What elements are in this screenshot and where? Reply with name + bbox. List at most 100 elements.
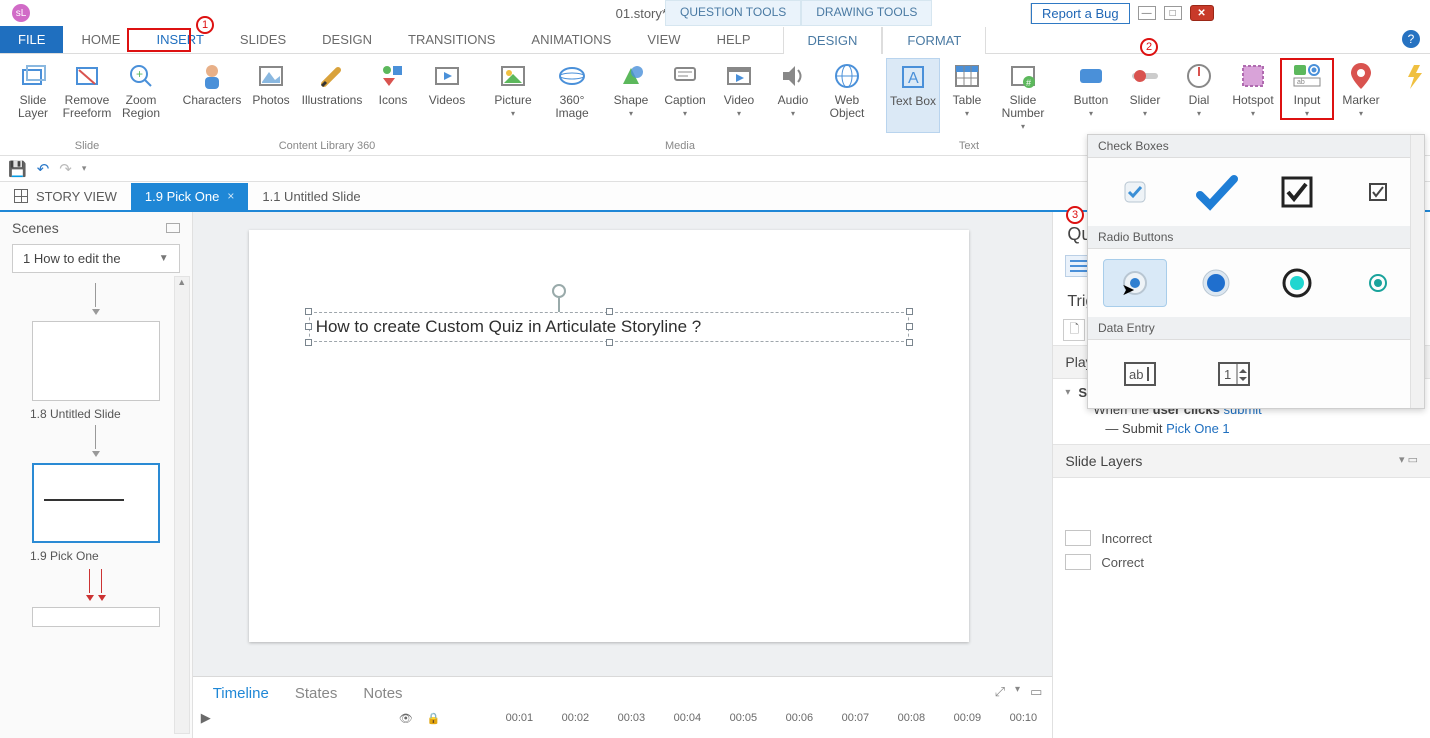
tick: 00:01 (498, 712, 540, 724)
resize-handle[interactable] (305, 339, 312, 346)
remove-freeform-button[interactable]: Remove Freeform (60, 58, 114, 122)
annotation-badge-2: 2 (1140, 38, 1158, 56)
timeline-tab[interactable]: Timeline (213, 685, 269, 702)
trigger-icon-button[interactable] (1400, 58, 1430, 105)
zoom-region-button[interactable]: +Zoom Region (114, 58, 168, 122)
qat-dropdown-icon[interactable]: ▾ (82, 163, 87, 174)
tab-transitions[interactable]: TRANSITIONS (390, 26, 513, 53)
resize-handle[interactable] (305, 323, 312, 330)
close-tab-icon[interactable]: × (227, 189, 234, 203)
scenes-scrollbar[interactable]: ▲ (174, 276, 190, 734)
layer-row-incorrect[interactable]: Incorrect (1053, 526, 1430, 550)
icons-button[interactable]: Icons (366, 58, 420, 109)
characters-button[interactable]: Characters (180, 58, 244, 109)
expand-icon[interactable]: ▾ (1065, 387, 1070, 398)
marker-button[interactable]: Marker▾ (1334, 58, 1388, 120)
shape-button[interactable]: Shape▾ (604, 58, 658, 122)
resize-handle[interactable] (606, 339, 613, 346)
resize-handle[interactable] (906, 339, 913, 346)
checkbox-style-1[interactable] (1103, 168, 1167, 216)
maximize-button[interactable]: □ (1164, 6, 1182, 20)
input-button[interactable]: abInput▾ (1280, 58, 1334, 120)
tab-design[interactable]: DESIGN (304, 26, 390, 53)
slide-number-button[interactable]: #Slide Number▾ (994, 58, 1052, 133)
notes-tab[interactable]: Notes (363, 685, 402, 702)
slide-tab-other[interactable]: 1.1 Untitled Slide (248, 183, 374, 210)
radio-style-3[interactable] (1265, 259, 1329, 307)
scene-selector[interactable]: 1 How to edit the▼ (12, 244, 180, 273)
close-window-button[interactable]: ✕ (1190, 5, 1214, 21)
photos-button[interactable]: Photos (244, 58, 298, 109)
slide-thumb[interactable] (32, 321, 160, 401)
slide-textbox[interactable]: How to create Custom Quiz in Articulate … (309, 312, 909, 342)
tab-slides[interactable]: SLIDES (222, 26, 304, 53)
audio-button[interactable]: Audio▾ (766, 58, 820, 122)
undo-icon[interactable]: ↶ (37, 160, 50, 178)
radio-style-1[interactable]: ➤ (1103, 259, 1167, 307)
web-object-button[interactable]: Web Object (820, 58, 874, 122)
dial-button[interactable]: Dial▾ (1172, 58, 1226, 120)
resize-handle[interactable] (906, 308, 913, 315)
tick: 00:08 (890, 712, 932, 724)
slide-canvas[interactable] (249, 230, 969, 642)
numeric-entry-button[interactable]: 1 (1202, 350, 1266, 398)
tab-drawing-format[interactable]: FORMAT (882, 27, 986, 54)
svg-text:+: + (136, 67, 143, 81)
eye-icon[interactable]: 👁 (399, 712, 413, 725)
save-icon[interactable]: 💾 (8, 160, 27, 178)
panel-layout-icon[interactable] (166, 223, 180, 233)
scenes-header: Scenes (12, 220, 59, 236)
data-entry-section: Data Entry (1088, 317, 1424, 340)
slide-layers-head[interactable]: Slide Layers▾ ▭ (1053, 444, 1430, 478)
radio-style-4[interactable] (1346, 259, 1410, 307)
minimize-button[interactable]: — (1138, 6, 1156, 20)
redo-icon[interactable]: ↷ (59, 160, 72, 178)
tick: 00:05 (722, 712, 764, 724)
text-box-button[interactable]: AText Box (886, 58, 940, 133)
tab-help[interactable]: HELP (699, 26, 769, 53)
picture-button[interactable]: Picture▾ (486, 58, 540, 122)
slide-thumb-selected[interactable] (32, 463, 160, 543)
resize-handle[interactable] (906, 323, 913, 330)
question-tools-tab[interactable]: QUESTION TOOLS (665, 0, 801, 26)
dropdown-scrollbar[interactable] (1410, 135, 1424, 408)
timeline-panel-icon[interactable]: ▭ (1030, 684, 1042, 700)
tab-animations[interactable]: ANIMATIONS (513, 26, 629, 53)
slide-thumb-partial[interactable] (32, 607, 160, 627)
table-button[interactable]: Table▾ (940, 58, 994, 133)
lock-icon[interactable]: 🔒 (427, 712, 441, 725)
radio-style-2[interactable] (1184, 259, 1248, 307)
resize-handle[interactable] (606, 308, 613, 315)
play-icon[interactable]: ▶ (201, 710, 211, 726)
slider-button[interactable]: Slider▾ (1118, 58, 1172, 120)
help-icon[interactable]: ? (1402, 30, 1420, 48)
trigger-action[interactable]: — Submit Pick One 1 (1065, 419, 1418, 438)
checkbox-style-3[interactable] (1265, 168, 1329, 216)
states-tab[interactable]: States (295, 685, 338, 702)
layer-row-correct[interactable]: Correct (1053, 550, 1430, 574)
tab-question-design[interactable]: DESIGN (783, 27, 883, 54)
timeline-panel: Timeline States Notes ⤢ ▾ ▭ ▶ 👁 🔒 00:01 … (193, 676, 1053, 738)
rotate-handle[interactable] (552, 284, 566, 298)
slide-layer-button[interactable]: Slide Layer (6, 58, 60, 122)
report-bug-button[interactable]: Report a Bug (1031, 3, 1130, 24)
checkbox-style-2[interactable] (1184, 168, 1248, 216)
story-view-tab[interactable]: STORY VIEW (0, 183, 131, 210)
button-button[interactable]: Button▾ (1064, 58, 1118, 120)
timeline-dropdown-icon[interactable]: ▾ (1015, 684, 1020, 700)
drawing-tools-tab[interactable]: DRAWING TOOLS (801, 0, 932, 26)
timeline-zoom-icon[interactable]: ⤢ (995, 684, 1005, 700)
resize-handle[interactable] (305, 308, 312, 315)
tab-file[interactable]: FILE (0, 26, 63, 53)
illustrations-button[interactable]: Illustrations (298, 58, 366, 109)
tab-view[interactable]: VIEW (629, 26, 698, 53)
slide-tab-active[interactable]: 1.9 Pick One× (131, 183, 248, 210)
video-button[interactable]: Video▾ (712, 58, 766, 122)
checkbox-style-4[interactable] (1346, 168, 1410, 216)
caption-button[interactable]: Caption▾ (658, 58, 712, 122)
new-trigger-icon[interactable]: 🗋 (1063, 319, 1085, 341)
text-entry-button[interactable]: ab (1108, 350, 1172, 398)
videos-button[interactable]: Videos (420, 58, 474, 109)
360-image-button[interactable]: 360° Image (540, 58, 604, 122)
hotspot-button[interactable]: Hotspot▾ (1226, 58, 1280, 120)
